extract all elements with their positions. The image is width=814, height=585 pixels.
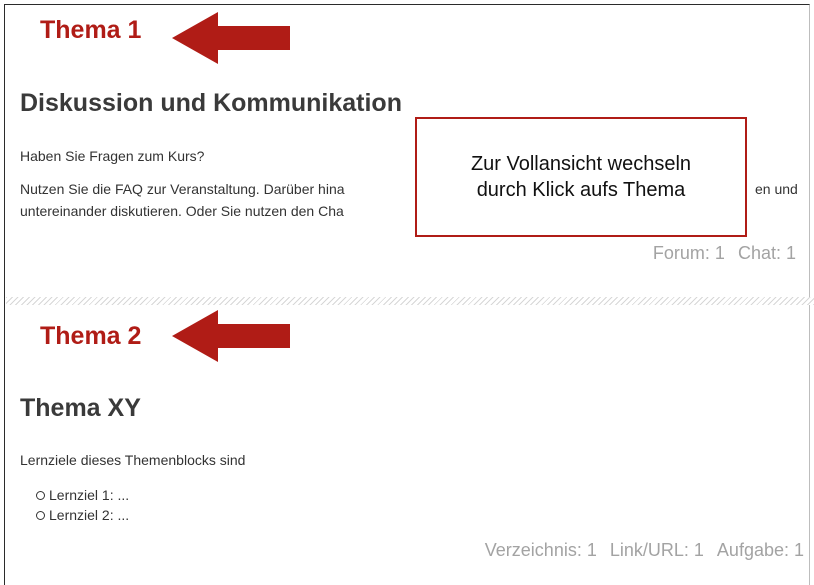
topic-text: Nutzen Sie die FAQ zur Veranstaltung. Da… bbox=[20, 181, 345, 197]
link-url-count[interactable]: Link/URL: 1 bbox=[610, 540, 704, 560]
topic-title[interactable]: Thema XY bbox=[20, 393, 141, 423]
topic-title[interactable]: Diskussion und Kommunikation bbox=[20, 88, 402, 118]
topic-text: Lernziele dieses Themenblocks sind bbox=[20, 452, 246, 468]
topic-separator bbox=[6, 297, 814, 305]
chat-count[interactable]: Chat: 1 bbox=[738, 243, 796, 263]
arrow-left-icon bbox=[172, 310, 290, 362]
assignment-count[interactable]: Aufgabe: 1 bbox=[717, 540, 804, 560]
topic-text: en und bbox=[755, 181, 798, 197]
arrow-left-icon bbox=[172, 12, 290, 64]
learning-goals-list: Lernziel 1: ... Lernziel 2: ... bbox=[36, 485, 129, 525]
annotation-label-topic-1: Thema 1 bbox=[40, 16, 142, 44]
annotation-label-topic-2: Thema 2 bbox=[40, 322, 142, 350]
directory-count[interactable]: Verzeichnis: 1 bbox=[485, 540, 597, 560]
list-item: Lernziel 2: ... bbox=[36, 505, 129, 525]
topic-text: Haben Sie Fragen zum Kurs? bbox=[20, 148, 205, 164]
topic-text: untereinander diskutieren. Oder Sie nutz… bbox=[20, 203, 344, 219]
callout-box: Zur Vollansicht wechseln durch Klick auf… bbox=[415, 117, 747, 237]
callout-text: durch Klick aufs Thema bbox=[476, 179, 686, 201]
activity-counts: Forum: 1 Chat: 1 bbox=[653, 243, 796, 264]
callout-text: Zur Vollansicht wechseln bbox=[470, 153, 692, 175]
activity-counts: Verzeichnis: 1 Link/URL: 1 Aufgabe: 1 bbox=[485, 540, 804, 561]
list-item: Lernziel 1: ... bbox=[36, 485, 129, 505]
forum-count[interactable]: Forum: 1 bbox=[653, 243, 725, 263]
